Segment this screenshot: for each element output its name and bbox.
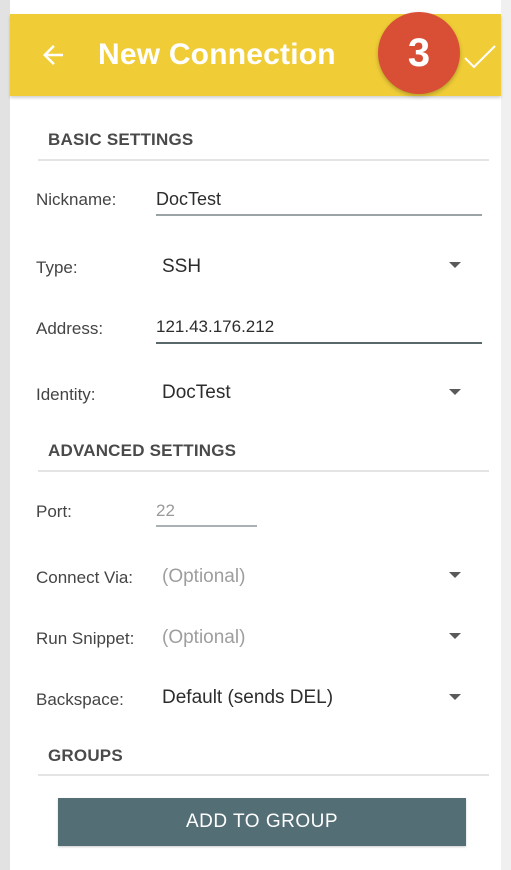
arrow-left-icon[interactable] (38, 40, 68, 70)
connect-via-dropdown-arrow-icon (449, 572, 461, 578)
backspace-label: Backspace: (36, 690, 124, 709)
right-frame-edge (501, 0, 511, 870)
identity-dropdown-arrow-icon (449, 389, 461, 395)
step-number-badge: 3 (378, 12, 460, 94)
identity-selected-value: DocTest (162, 382, 231, 403)
identity-dropdown[interactable]: Identity: DocTest (10, 367, 501, 417)
checkmark-icon[interactable] (462, 42, 498, 72)
run-snippet-placeholder: (Optional) (162, 627, 246, 648)
type-label: Type: (36, 258, 78, 277)
address-label: Address: (36, 319, 104, 338)
connect-via-dropdown[interactable]: Connect Via: (Optional) (10, 550, 501, 600)
connect-via-label: Connect Via: (36, 568, 134, 587)
nickname-row: Nickname: DocTest (10, 178, 501, 228)
port-input[interactable]: 22 (156, 501, 175, 521)
connect-via-placeholder: (Optional) (162, 566, 246, 587)
backspace-selected-value: Default (sends DEL) (162, 687, 334, 708)
address-input[interactable]: 121.43.176.212 (156, 317, 274, 337)
page-title: New Connection (98, 38, 336, 71)
groups-divider (38, 774, 489, 776)
port-row: Port: 22 (10, 488, 501, 538)
left-frame-edge (0, 0, 10, 870)
type-selected-value: SSH (162, 256, 202, 277)
basic-settings-divider (38, 159, 489, 161)
address-underline (156, 342, 482, 344)
groups-header: GROUPS (48, 746, 123, 765)
run-snippet-label: Run Snippet: (36, 629, 135, 648)
backspace-dropdown[interactable]: Backspace: Default (sends DEL) (10, 672, 501, 722)
address-row: Address: 121.43.176.212 (10, 305, 501, 355)
new-connection-screen: New Connection 3 BASIC SETTINGS Nickname… (10, 0, 501, 870)
identity-label: Identity: (36, 385, 96, 404)
advanced-settings-divider (38, 470, 489, 472)
advanced-settings-header: ADVANCED SETTINGS (48, 441, 237, 460)
run-snippet-dropdown[interactable]: Run Snippet: (Optional) (10, 611, 501, 661)
port-label: Port: (36, 502, 72, 521)
run-snippet-dropdown-arrow-icon (449, 633, 461, 639)
nickname-underline (156, 214, 482, 216)
type-dropdown[interactable]: Type: SSH (10, 240, 501, 290)
type-dropdown-arrow-icon (449, 262, 461, 268)
nickname-input[interactable]: DocTest (156, 189, 221, 210)
backspace-dropdown-arrow-icon (449, 694, 461, 700)
port-underline (156, 525, 257, 527)
add-to-group-button[interactable]: ADD TO GROUP (58, 798, 466, 846)
nickname-label: Nickname: (36, 190, 117, 209)
basic-settings-header: BASIC SETTINGS (48, 130, 194, 149)
